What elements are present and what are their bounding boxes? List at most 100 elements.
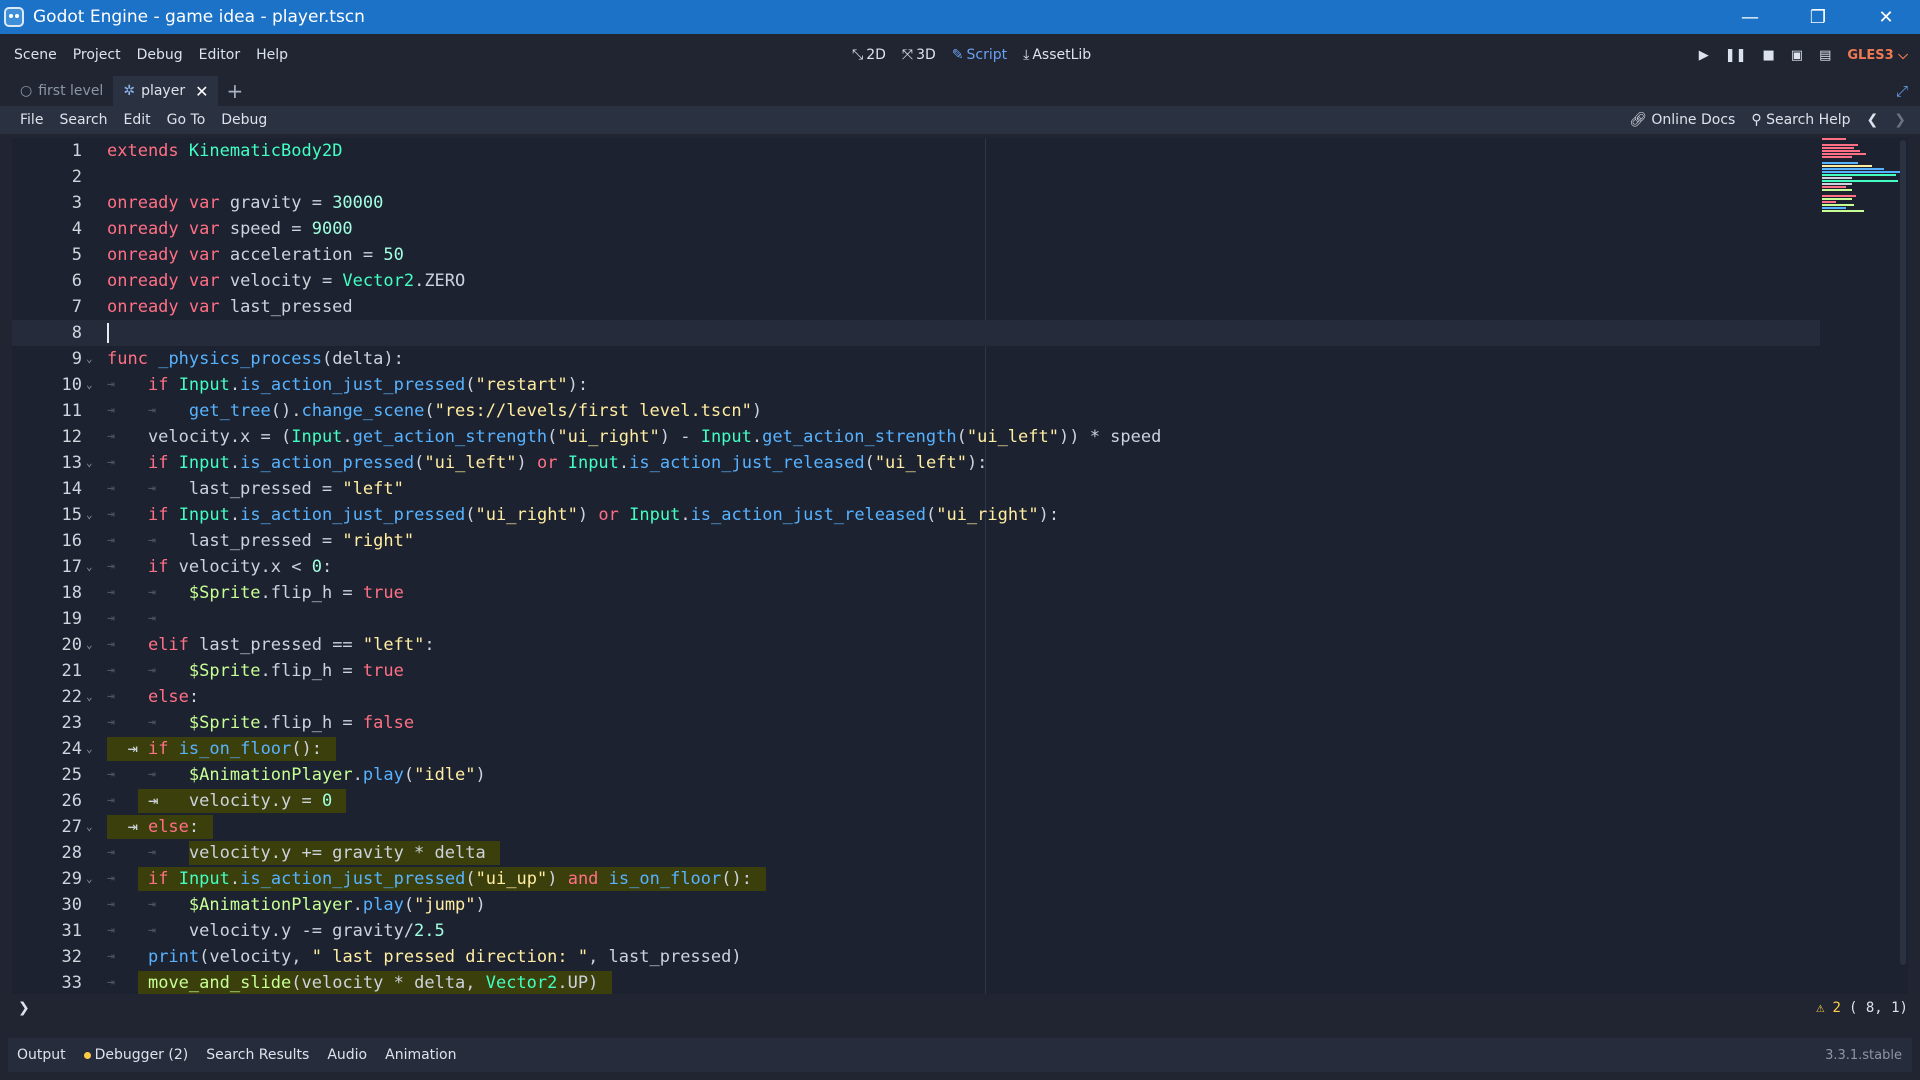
- script-menu-edit[interactable]: Edit: [116, 112, 159, 128]
- code-line[interactable]: 29 ⌄ ⇥ if Input.is_action_just_pressed("ui…: [12, 866, 1820, 892]
- code-line[interactable]: 16 ⇥ ⇥ last_pressed = "right": [12, 528, 1820, 554]
- script-menu-search[interactable]: Search: [51, 112, 115, 128]
- code-editor[interactable]: 1 extends KinematicBody2D 2 3 onready var …: [12, 138, 1908, 994]
- warning-count[interactable]: 2: [1833, 1000, 1841, 1016]
- add-scene-icon[interactable]: +: [226, 79, 243, 103]
- tab-audio[interactable]: Audio: [318, 1047, 376, 1063]
- code-line[interactable]: 9 ⌄ func _physics_process(delta):: [12, 346, 1820, 372]
- code-line[interactable]: 11 ⇥ ⇥ get_tree().change_scene("res://leve…: [12, 398, 1820, 424]
- tab-script-label: Script: [966, 47, 1008, 63]
- line-number: 15: [61, 505, 82, 525]
- tab-output[interactable]: Output: [8, 1047, 75, 1063]
- fold-arrow-icon[interactable]: ⌄: [86, 684, 93, 710]
- code-line[interactable]: 23 ⇥ ⇥ $Sprite.flip_h = false: [12, 710, 1820, 736]
- warning-icon[interactable]: ⚠: [1816, 1000, 1824, 1016]
- close-tab-icon[interactable]: ✕: [195, 82, 208, 101]
- code-line[interactable]: 33 ⇥ move_and_slide(velocity * delta, Vec…: [12, 970, 1820, 994]
- code-line[interactable]: 21 ⇥ ⇥ $Sprite.flip_h = true: [12, 658, 1820, 684]
- script-menu-file[interactable]: File: [12, 112, 51, 128]
- code-area[interactable]: 1 extends KinematicBody2D 2 3 onready var …: [12, 138, 1820, 994]
- code-line[interactable]: 13 ⌄ ⇥ if Input.is_action_pressed("ui_left…: [12, 450, 1820, 476]
- fold-arrow-icon[interactable]: ⌄: [86, 632, 93, 658]
- code-line[interactable]: 27 ⌄ ⇥ else:: [12, 814, 1820, 840]
- code-line[interactable]: 4 onready var speed = 9000: [12, 216, 1820, 242]
- code-line[interactable]: 28 ⇥ ⇥ velocity.y += gravity * delta: [12, 840, 1820, 866]
- script-menu-debug[interactable]: Debug: [213, 112, 275, 128]
- line-number: 11: [61, 401, 82, 421]
- online-docs-label: Online Docs: [1651, 112, 1736, 128]
- distraction-free-icon[interactable]: ⤢: [1896, 82, 1908, 100]
- tab-search-results[interactable]: Search Results: [197, 1047, 318, 1063]
- scene-tab-label: first level: [38, 83, 104, 99]
- debugger-alert-dot-icon: [83, 1051, 91, 1059]
- pause-icon[interactable]: ❚❚: [1725, 48, 1747, 63]
- editor-status-bar: ❯ ⚠ 2 ( 8, 1): [12, 996, 1908, 1020]
- menu-help[interactable]: Help: [248, 47, 296, 63]
- play-icon[interactable]: ▶: [1699, 48, 1709, 63]
- line-number: 27: [61, 817, 82, 837]
- tab-script[interactable]: ✎ Script: [952, 47, 1007, 63]
- fold-arrow-icon[interactable]: ⌄: [86, 866, 93, 892]
- fold-arrow-icon[interactable]: ⌄: [86, 372, 93, 398]
- fold-arrow-icon[interactable]: ⌄: [86, 450, 93, 476]
- code-line[interactable]: 18 ⇥ ⇥ $Sprite.flip_h = true: [12, 580, 1820, 606]
- line-number: 20: [61, 635, 82, 655]
- stop-icon[interactable]: ■: [1762, 48, 1774, 63]
- code-line[interactable]: 20 ⌄ ⇥ elif last_pressed == "left":: [12, 632, 1820, 658]
- code-line[interactable]: 15 ⌄ ⇥ if Input.is_action_just_pressed("ui…: [12, 502, 1820, 528]
- menu-project[interactable]: Project: [65, 47, 129, 63]
- fold-arrow-icon[interactable]: ⌄: [86, 554, 93, 580]
- fold-arrow-icon[interactable]: ⌄: [86, 814, 93, 840]
- tab-3d[interactable]: ⤧ 3D: [902, 47, 936, 63]
- renderer-select[interactable]: GLES3 ⌵: [1847, 48, 1908, 63]
- scene-tab-player[interactable]: ✲ player ✕: [113, 76, 219, 106]
- code-line[interactable]: 7 onready var last_pressed: [12, 294, 1820, 320]
- fold-arrow-icon[interactable]: ⌄: [86, 502, 93, 528]
- code-line[interactable]: 3 onready var gravity = 30000: [12, 190, 1820, 216]
- code-line[interactable]: 12 ⇥ velocity.x = (Input.get_action_stren…: [12, 424, 1820, 450]
- line-number: 14: [61, 479, 82, 499]
- code-line[interactable]: 24 ⌄ ⇥ if is_on_floor():: [12, 736, 1820, 762]
- code-line-current[interactable]: 8: [12, 320, 1820, 346]
- line-number: 5: [71, 245, 82, 265]
- minimize-icon[interactable]: —: [1716, 0, 1784, 34]
- online-docs-button[interactable]: 🔗︎ Online Docs: [1629, 112, 1735, 128]
- scene-tab-first-level[interactable]: ○ first level: [10, 76, 113, 106]
- bottom-panel-tabs: Output Debugger (2) Search Results Audio…: [8, 1038, 1912, 1072]
- code-line[interactable]: 25 ⇥ ⇥ $AnimationPlayer.play("idle"): [12, 762, 1820, 788]
- code-line[interactable]: 14 ⇥ ⇥ last_pressed = "left": [12, 476, 1820, 502]
- search-help-button[interactable]: ⚲ Search Help: [1751, 112, 1850, 128]
- code-line[interactable]: 22 ⌄ ⇥ else:: [12, 684, 1820, 710]
- code-line[interactable]: 5 onready var acceleration = 50: [12, 242, 1820, 268]
- code-line[interactable]: 26 ⇥ ⇥ velocity.y = 0: [12, 788, 1820, 814]
- code-line[interactable]: 31 ⇥ ⇥ velocity.y -= gravity/2.5: [12, 918, 1820, 944]
- history-forward-icon[interactable]: ❯: [1894, 112, 1906, 128]
- circle-icon: ○: [20, 83, 33, 99]
- play-scene-icon[interactable]: ▣: [1791, 48, 1803, 63]
- play-custom-scene-icon[interactable]: ▤: [1819, 48, 1831, 63]
- fold-arrow-icon[interactable]: ⌄: [86, 346, 93, 372]
- code-line[interactable]: 10 ⌄ ⇥ if Input.is_action_just_pressed("re…: [12, 372, 1820, 398]
- fold-arrow-icon[interactable]: ⌄: [86, 736, 93, 762]
- code-minimap[interactable]: [1822, 138, 1902, 238]
- toggle-scripts-panel-icon[interactable]: ❯: [18, 1000, 30, 1016]
- code-line[interactable]: 1 extends KinematicBody2D: [12, 138, 1820, 164]
- tab-assetlib[interactable]: ⤓ AssetLib: [1023, 47, 1091, 63]
- tab-animation[interactable]: Animation: [376, 1047, 465, 1063]
- editor-scrollbar[interactable]: [1900, 140, 1906, 965]
- history-back-icon[interactable]: ❮: [1867, 112, 1879, 128]
- code-line[interactable]: 19 ⇥ ⇥: [12, 606, 1820, 632]
- code-line[interactable]: 17 ⌄ ⇥ if velocity.x < 0:: [12, 554, 1820, 580]
- restore-icon[interactable]: ❐: [1784, 0, 1852, 34]
- menu-editor[interactable]: Editor: [191, 47, 248, 63]
- tab-debugger[interactable]: Debugger (2): [75, 1047, 198, 1063]
- code-line[interactable]: 30 ⇥ ⇥ $AnimationPlayer.play("jump"): [12, 892, 1820, 918]
- menu-scene[interactable]: Scene: [6, 47, 65, 63]
- close-icon[interactable]: ✕: [1852, 0, 1920, 34]
- menu-debug[interactable]: Debug: [129, 47, 191, 63]
- code-line[interactable]: 6 onready var velocity = Vector2.ZERO: [12, 268, 1820, 294]
- code-line[interactable]: 2: [12, 164, 1820, 190]
- script-menu-goto[interactable]: Go To: [159, 112, 214, 128]
- code-line[interactable]: 32 ⇥ print(velocity, " last pressed direc…: [12, 944, 1820, 970]
- tab-2d[interactable]: ⤡ 2D: [852, 47, 886, 63]
